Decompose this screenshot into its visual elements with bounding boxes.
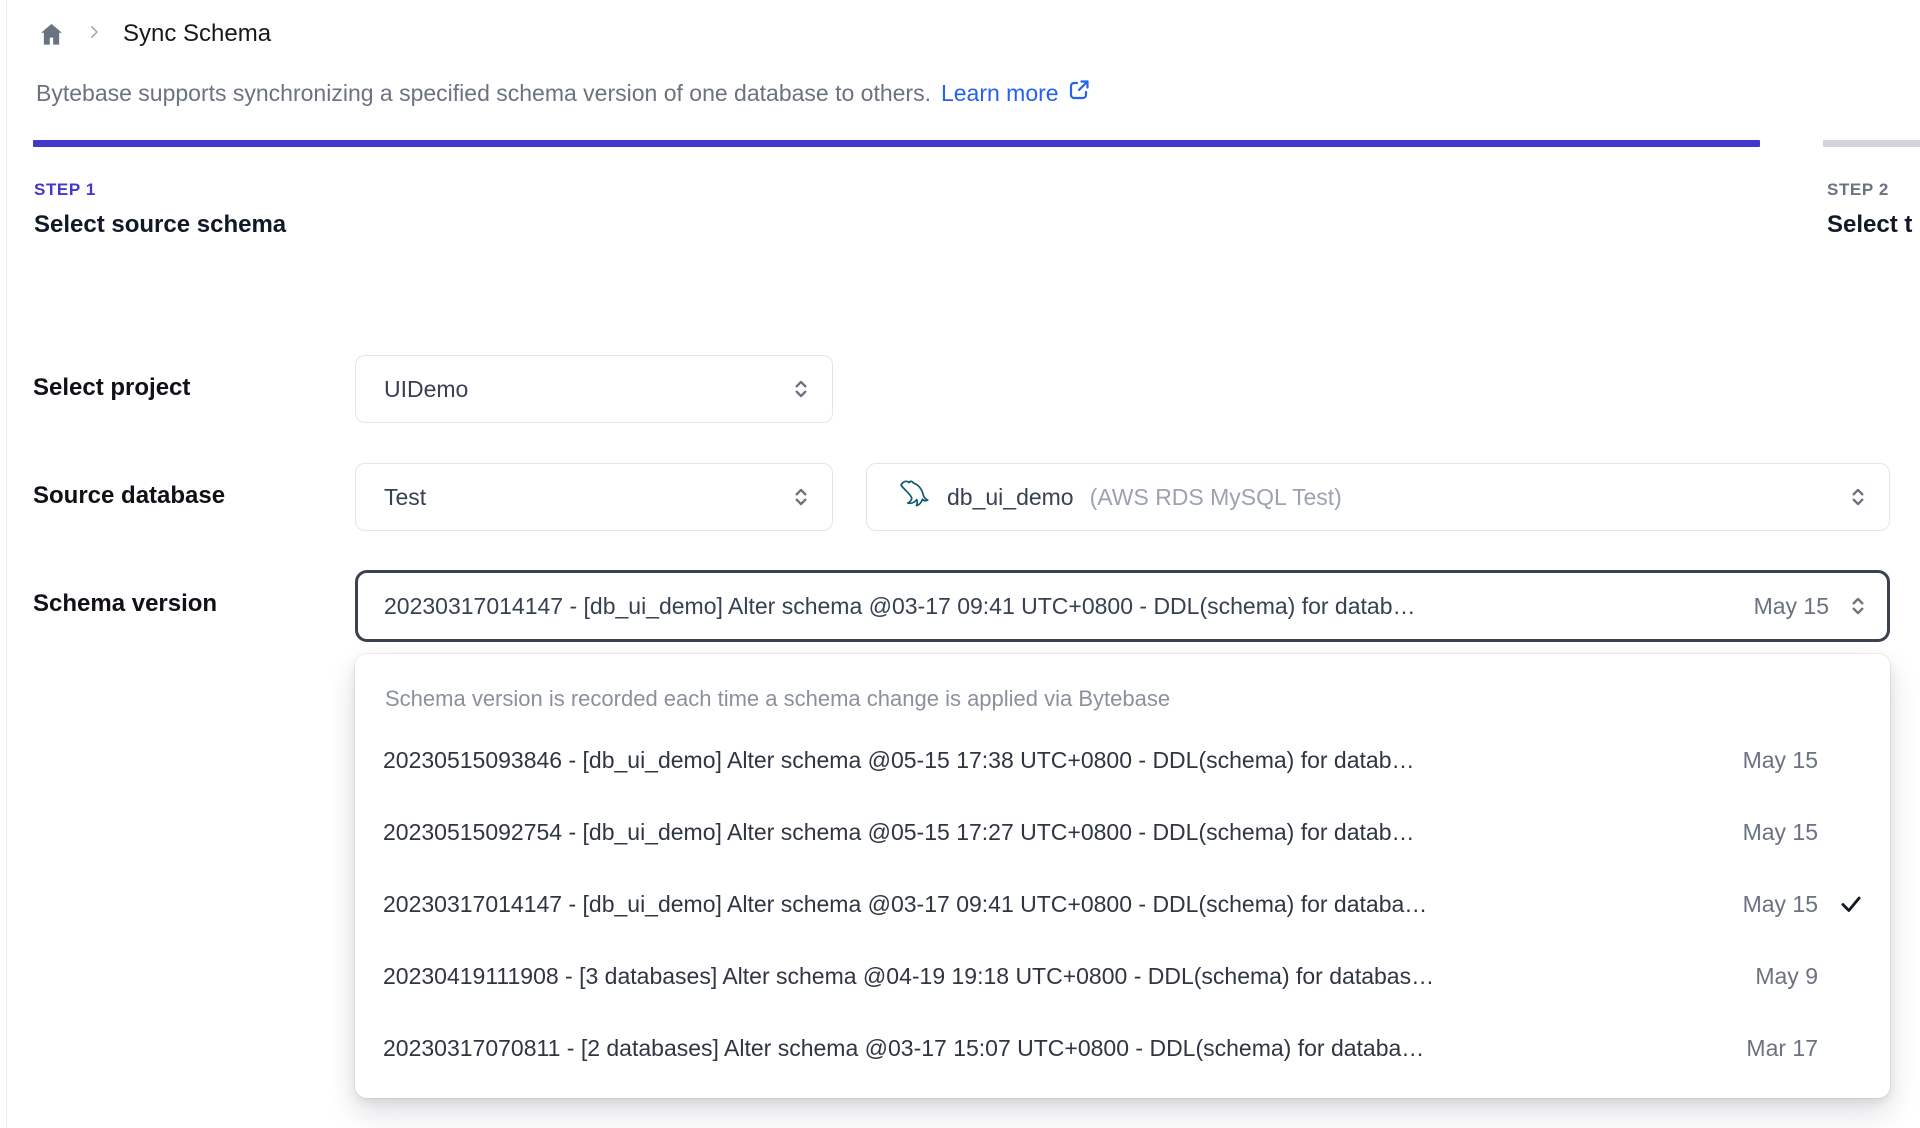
step1-progress-bar — [33, 140, 1760, 147]
option-text: 20230317070811 - [2 databases] Alter sch… — [383, 1034, 1425, 1061]
environment-select[interactable]: Test — [355, 463, 833, 531]
sidebar-divider — [6, 0, 7, 1128]
schema-version-select-date: May 15 — [1753, 592, 1829, 619]
project-select[interactable]: UIDemo — [355, 355, 833, 423]
step2-title: Select t — [1827, 211, 1913, 238]
database-select-value: db_ui_demo — [947, 483, 1074, 510]
learn-more-link[interactable]: Learn more — [941, 78, 1091, 108]
chevron-up-down-icon — [1845, 484, 1871, 510]
schema-version-select[interactable]: 20230317014147 - [db_ui_demo] Alter sche… — [355, 570, 1890, 642]
schema-version-option[interactable]: 20230317014147 - [db_ui_demo] Alter sche… — [381, 868, 1866, 940]
option-text: 20230317014147 - [db_ui_demo] Alter sche… — [383, 890, 1428, 917]
project-select-value: UIDemo — [384, 375, 469, 402]
schema-version-option[interactable]: 20230515092754 - [db_ui_demo] Alter sche… — [381, 796, 1866, 868]
environment-select-value: Test — [384, 483, 427, 510]
chevron-up-down-icon — [788, 376, 814, 402]
intro-text-row: Bytebase supports synchronizing a specif… — [36, 78, 1091, 108]
page-title: Sync Schema — [123, 20, 272, 47]
mysql-dolphin-icon — [895, 476, 931, 518]
sync-schema-page: Sync Schema Bytebase supports synchroniz… — [0, 0, 1920, 1128]
database-select-detail: (AWS RDS MySQL Test) — [1089, 483, 1342, 510]
schema-version-dropdown: Schema version is recorded each time a s… — [355, 654, 1890, 1098]
option-date: Mar 17 — [1746, 1034, 1818, 1061]
schema-version-label: Schema version — [33, 590, 218, 617]
chevron-up-down-icon — [1845, 593, 1871, 619]
learn-more-label: Learn more — [940, 79, 1059, 106]
intro-description: Bytebase supports synchronizing a specif… — [36, 79, 931, 106]
schema-version-select-value: 20230317014147 - [db_ui_demo] Alter sche… — [384, 592, 1416, 619]
breadcrumb: Sync Schema — [38, 20, 271, 48]
external-link-icon — [1067, 78, 1091, 108]
step2-progress-bar — [1823, 140, 1920, 147]
schema-version-hint: Schema version is recorded each time a s… — [385, 686, 1171, 711]
chevron-up-down-icon — [788, 484, 814, 510]
schema-version-option[interactable]: 20230317070811 - [2 databases] Alter sch… — [381, 1012, 1866, 1084]
step2-label: STEP 2 — [1827, 180, 1889, 199]
option-date: May 9 — [1755, 962, 1818, 989]
step2-header: STEP 2 Select t — [1827, 180, 1920, 239]
step1-title: Select source schema — [34, 211, 287, 238]
schema-version-option[interactable]: 20230515093846 - [db_ui_demo] Alter sche… — [381, 724, 1866, 796]
option-date: May 15 — [1742, 818, 1818, 845]
option-text: 20230515092754 - [db_ui_demo] Alter sche… — [383, 818, 1415, 845]
option-date: May 15 — [1742, 890, 1818, 917]
step1-header: STEP 1 Select source schema — [34, 180, 286, 239]
option-text: 20230515093846 - [db_ui_demo] Alter sche… — [383, 746, 1415, 773]
home-icon[interactable] — [38, 21, 65, 48]
database-select[interactable]: db_ui_demo (AWS RDS MySQL Test) — [866, 463, 1890, 531]
select-project-label: Select project — [33, 374, 191, 401]
check-icon — [1830, 891, 1864, 917]
step1-label: STEP 1 — [34, 180, 96, 199]
option-text: 20230419111908 - [3 databases] Alter sch… — [383, 962, 1435, 989]
chevron-right-icon — [85, 23, 103, 46]
option-date: May 15 — [1742, 746, 1818, 773]
source-database-label: Source database — [33, 482, 226, 509]
schema-version-option[interactable]: 20230419111908 - [3 databases] Alter sch… — [381, 940, 1866, 1012]
